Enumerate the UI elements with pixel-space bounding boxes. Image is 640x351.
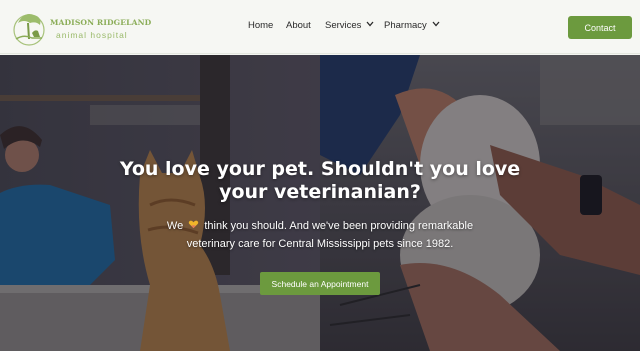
hero-subtext: We think you should. And we've been prov… [0,217,640,253]
brand-subtitle: animal hospital [56,30,128,40]
tree-and-dog-logo-icon [13,14,45,46]
contact-button[interactable]: Contact [568,16,632,39]
site-header: MADISON RIDGELAND animal hospital Home A… [0,0,640,54]
hero-section: You love your pet. Shouldn't you love yo… [0,55,640,351]
nav-pharmacy-label: Pharmacy [384,20,427,31]
nav-about[interactable]: About [286,20,311,31]
hero-subtext-line1: We think you should. And we've been prov… [0,217,640,235]
brand-name: MADISON RIDGELAND [50,18,152,27]
nav-services[interactable]: Services [325,20,374,31]
heart-hands-emoji-icon [189,220,199,229]
brand-logo[interactable]: MADISON RIDGELAND animal hospital [10,9,151,47]
hero-headline-line1: You love your pet. Shouldn't you love [119,158,521,180]
hero-subtext-line2: veterinary care for Central Mississippi … [186,238,454,250]
chevron-down-icon [366,21,374,27]
hero-headline: You love your pet. Shouldn't you love yo… [0,158,640,204]
hero-subtext-we: We [166,220,184,232]
hero-subtext-rest: think you should. And we've been providi… [204,220,474,232]
nav-pharmacy[interactable]: Pharmacy [384,20,440,31]
chevron-down-icon [432,21,440,27]
schedule-appointment-button[interactable]: Schedule an Appointment [260,272,380,295]
nav-home[interactable]: Home [248,20,273,31]
hero-headline-line2: your veterinanian? [219,181,421,203]
nav-services-label: Services [325,20,362,31]
